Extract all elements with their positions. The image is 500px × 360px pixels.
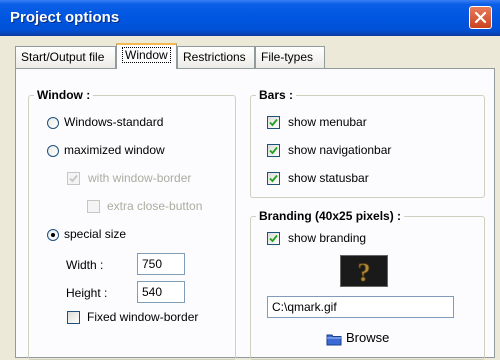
window-group-title: Window : — [34, 88, 94, 102]
tab-label: Start/Output file — [21, 50, 105, 64]
height-label: Height : — [66, 286, 108, 300]
extra-close-checkbox[interactable] — [87, 200, 100, 213]
maximized-window-radio[interactable] — [47, 145, 59, 157]
tab-label: Restrictions — [183, 50, 246, 64]
width-input[interactable] — [137, 253, 185, 275]
statusbar-checkbox[interactable] — [267, 172, 280, 185]
title-bar: Project options — [0, 0, 500, 36]
statusbar-label: show statusbar — [288, 171, 369, 185]
width-label: Width : — [66, 258, 104, 272]
navigationbar-checkbox[interactable] — [267, 144, 280, 157]
checkmark-icon — [269, 146, 278, 155]
fixed-border-checkbox[interactable] — [67, 311, 80, 324]
menubar-label: show menubar — [288, 115, 367, 129]
browse-label: Browse — [346, 330, 390, 345]
tab-window[interactable]: Window — [116, 43, 177, 69]
windows-standard-label: Windows-standard — [64, 115, 164, 129]
checkmark-icon — [269, 234, 278, 243]
tab-label: File-types — [261, 50, 314, 64]
tab-restrictions[interactable]: Restrictions — [177, 46, 255, 68]
special-size-label: special size — [64, 227, 127, 241]
extra-close-label: extra close-button — [107, 199, 203, 213]
checkmark-icon — [269, 118, 278, 127]
height-input[interactable] — [137, 281, 185, 303]
maximized-window-label: maximized window — [64, 143, 165, 157]
window-border-label: with window-border — [88, 171, 192, 185]
window-border-checkbox[interactable] — [67, 172, 80, 185]
show-branding-checkbox[interactable] — [267, 232, 280, 245]
question-mark-icon: ? — [357, 258, 371, 288]
windows-standard-radio[interactable] — [47, 117, 59, 129]
fixed-border-label: Fixed window-border — [87, 310, 199, 324]
close-icon — [474, 11, 487, 24]
svg-text:?: ? — [358, 258, 371, 286]
bars-group-title: Bars : — [256, 88, 297, 102]
navigationbar-label: show navigationbar — [288, 143, 392, 157]
branding-file-input[interactable] — [267, 296, 454, 318]
show-branding-label: show branding — [288, 231, 367, 245]
browse-icon — [326, 334, 342, 346]
tab-start-output[interactable]: Start/Output file — [15, 46, 116, 68]
window-title: Project options — [10, 9, 120, 26]
tab-label: Window — [122, 47, 171, 63]
checkmark-icon — [69, 174, 78, 183]
close-button[interactable] — [469, 6, 492, 29]
branding-group-title: Branding (40x25 pixels) : — [256, 209, 405, 223]
menubar-checkbox[interactable] — [267, 116, 280, 129]
special-size-radio[interactable] — [47, 229, 59, 241]
checkmark-icon — [269, 174, 278, 183]
tab-file-types[interactable]: File-types — [255, 46, 325, 68]
branding-preview: ? — [340, 255, 388, 287]
